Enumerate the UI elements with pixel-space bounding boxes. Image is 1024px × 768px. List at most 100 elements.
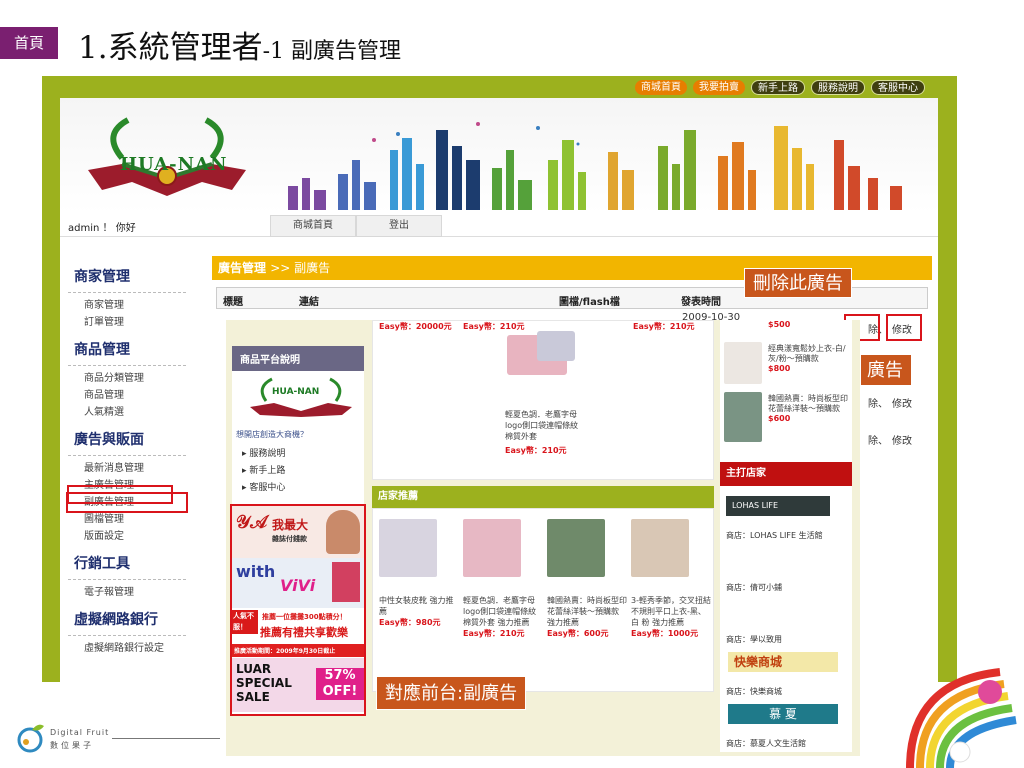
product-desc: 韓國熱賣：時尚板型印 花蕾絲洋裝～預購款 強力推薦	[547, 596, 627, 627]
product-desc: 輕夏色調．老鷹字母 logo側口袋連帽條紋 棉質外套 強力推薦	[463, 596, 537, 627]
col-link: 連結	[299, 297, 319, 308]
col-image: 圖檔/flash檔	[559, 297, 620, 308]
sidebar-section-virtual-bank: 虛擬網路銀行	[68, 601, 186, 636]
shop-link[interactable]: 商店：倩可小鋪	[726, 582, 782, 593]
banner2-title: with	[236, 562, 276, 581]
delete-link[interactable]: 除、	[868, 395, 888, 410]
sidebar-item-product-mgmt[interactable]: 商品管理	[68, 387, 186, 404]
platform-info-title: 商品平台說明	[232, 346, 364, 371]
banner2-vivi: ViVi	[280, 576, 316, 595]
banner3-top: 推薦一位攤攤300點積分！	[262, 613, 347, 621]
price-tag: $800	[768, 364, 791, 373]
store-recommend-list: 中性女裝皮靴 強力推薦 Easy幣：980元 輕夏色調．老鷹字母 logo側口袋…	[372, 508, 714, 692]
product-card[interactable]: 輕夏色調．老鷹字母 logo側口袋連帽條紋 棉質外套 強力推薦 Easy幣：21…	[463, 519, 543, 639]
side-product[interactable]: $500	[724, 320, 848, 336]
price-tag: Easy幣：210元	[505, 446, 567, 455]
sub-ad-banner-3[interactable]: 人氣不服！ 推薦一位攤攤300點積分！ 推薦有禮共享歡樂 推廣活動期間：2009…	[232, 608, 364, 658]
featured-shops-title: 主打店家	[720, 462, 852, 486]
sidebar-item-layout-settings[interactable]: 版面設定	[68, 528, 186, 545]
slide-title-main: 1.系統管理者	[78, 30, 263, 66]
sub-ad-banner-2[interactable]: with ViVi	[232, 558, 364, 608]
product-image	[724, 392, 762, 442]
shop-link[interactable]: 商店：LOHAS LIFE 生活館	[726, 530, 823, 541]
edit-link[interactable]: 修改	[892, 432, 912, 447]
lohas-logo[interactable]: LOHAS LIFE	[726, 496, 830, 516]
home-tag[interactable]: 首頁	[0, 27, 58, 59]
muxia-logo[interactable]: 慕 夏	[728, 704, 838, 724]
sidebar-section-merchant: 商家管理	[68, 258, 186, 293]
storefront-right-column: $500 經典漾寬鬆妙上衣-白/ 灰/粉～預購款 $800 韓國熱賣：時尚板型印 …	[720, 320, 852, 752]
brand-chinese: 數位果子	[50, 741, 94, 750]
product-card[interactable]: 3-輕秀季節，交叉扭結 不規則平口上衣-黑、 白 粉 強力推薦 Easy幣：10…	[631, 519, 711, 639]
product-desc[interactable]: 輕夏色調．老鷹字母 logo側口袋連帽條紋 棉質外套	[505, 409, 585, 442]
open-store-question[interactable]: 想開店創造大商機？	[236, 429, 360, 440]
nav-service[interactable]: 服務說明	[811, 80, 865, 95]
sidebar-item-image-mgmt[interactable]: 圖檔管理	[68, 511, 186, 528]
user-greeting: admin ！ 你好	[68, 223, 136, 234]
banner4-title: LUAR SPECIAL SALE	[236, 662, 292, 704]
hua-nan-logo[interactable]: HUA-NAN	[82, 112, 252, 200]
product-card[interactable]: 中性女裝皮靴 強力推薦 Easy幣：980元	[379, 519, 459, 628]
slide-title-sub: -1 副廣告管理	[262, 39, 402, 64]
product-image	[724, 342, 762, 384]
nav-support[interactable]: 客服中心	[871, 80, 925, 95]
shop-link[interactable]: 商店：快樂商城	[726, 686, 782, 697]
admin-sidebar: 商家管理 商家管理 訂單管理 商品管理 商品分類管理 商品管理 人氣精選 廣告與…	[66, 258, 188, 657]
tab-mall-home[interactable]: 商城首頁	[270, 215, 356, 237]
ad-panel-title: 廣告管理	[218, 261, 267, 275]
product-card[interactable]: 韓國熱賣：時尚板型印 花蕾絲洋裝～預購款 強力推薦 Easy幣：600元	[547, 519, 627, 639]
featured-products: Easy幣：20000元 Easy幣：210元 Easy幣：210元 輕夏色調．…	[372, 320, 714, 480]
shop-link[interactable]: 商店：慕夏人文生活館	[726, 738, 806, 749]
laurel-ribbon-icon	[250, 377, 352, 417]
price-tag: Easy幣：600元	[547, 629, 609, 638]
rainbow-decoration-icon	[906, 668, 1017, 768]
ad-panel-breadcrumb: >> 副廣告	[270, 261, 331, 275]
tab-logout[interactable]: 登出	[356, 215, 442, 237]
shop-link[interactable]: 商店：學以致用	[726, 634, 782, 645]
product-image[interactable]	[537, 331, 575, 361]
link-service[interactable]: ▸ 服務說明	[236, 444, 360, 461]
price-tag: $600	[768, 414, 791, 423]
product-desc: 經典漾寬鬆妙上衣-白/ 灰/粉～預購款	[768, 344, 846, 363]
brand-divider	[112, 738, 220, 739]
price-tag: Easy幣：210元	[463, 322, 525, 331]
nav-mall-home[interactable]: 商城首頁	[635, 80, 687, 95]
nav-auction[interactable]: 我要拍賣	[693, 80, 745, 95]
side-product[interactable]: 韓國熱賣：時尚板型印 花蕾絲洋裝～預購款 $600	[724, 392, 848, 446]
brand-english: Digital Fruit	[50, 728, 110, 737]
col-date: 發表時間	[681, 297, 721, 308]
sub-ad-banner-1[interactable]: 𝒴𝒜 我最大 雜誌付錢款	[232, 506, 364, 558]
sidebar-item-popular[interactable]: 人氣精選	[68, 404, 186, 421]
site-banner: HUA-NAN	[60, 98, 938, 213]
side-product[interactable]: 經典漾寬鬆妙上衣-白/ 灰/粉～預購款 $800	[724, 342, 848, 388]
sidebar-item-bank-settings[interactable]: 虛擬網路銀行設定	[68, 640, 186, 657]
slide: 首頁 1.系統管理者-1 副廣告管理 商城首頁 我要拍賣 新手上路 服務說明 客…	[0, 0, 1024, 768]
top-navigation: 商城首頁 我要拍賣 新手上路 服務說明 客服中心	[635, 80, 925, 95]
sidebar-section-ads: 廣告與販面	[68, 421, 186, 456]
product-desc: 韓國熱賣：時尚板型印 花蕾絲洋裝～預購款	[768, 394, 848, 413]
product-image	[631, 519, 689, 577]
magazine-cover	[332, 562, 360, 602]
nav-beginner[interactable]: 新手上路	[751, 80, 805, 95]
sidebar-item-news-mgmt[interactable]: 最新消息管理	[68, 460, 186, 477]
sidebar-item-merchant-mgmt[interactable]: 商家管理	[68, 297, 186, 314]
delete-link[interactable]: 除、	[868, 432, 888, 447]
logo-text: HUA-NAN	[120, 154, 228, 175]
sidebar-item-category-mgmt[interactable]: 商品分類管理	[68, 370, 186, 387]
banner3-main: 推薦有禮共享歡樂	[260, 626, 348, 639]
banner4-discount: 57% OFF!	[316, 668, 364, 700]
link-beginner[interactable]: ▸ 新手上路	[236, 461, 360, 478]
sidebar-highlight-box	[67, 485, 173, 504]
sub-ad-banners: 𝒴𝒜 我最大 雜誌付錢款 with ViVi 人氣不服！ 推薦一位攤攤300點積…	[230, 504, 366, 716]
sub-ad-banner-4[interactable]: LUAR SPECIAL SALE 57% OFF!	[232, 658, 364, 712]
sidebar-item-order-mgmt[interactable]: 訂單管理	[68, 314, 186, 331]
edit-link[interactable]: 修改	[892, 395, 912, 410]
link-support[interactable]: ▸ 客服中心	[236, 478, 360, 495]
sidebar-section-marketing: 行銷工具	[68, 545, 186, 580]
banner1-title: 我最大	[272, 518, 309, 532]
sidebar-item-newsletter[interactable]: 電子報管理	[68, 584, 186, 601]
happy-mall-logo[interactable]: 快樂商城	[728, 652, 838, 672]
front-callout: 對應前台:副廣告	[376, 676, 527, 710]
price-tag: $500	[768, 320, 791, 329]
product-desc: 中性女裝皮靴 強力推薦	[379, 596, 454, 616]
